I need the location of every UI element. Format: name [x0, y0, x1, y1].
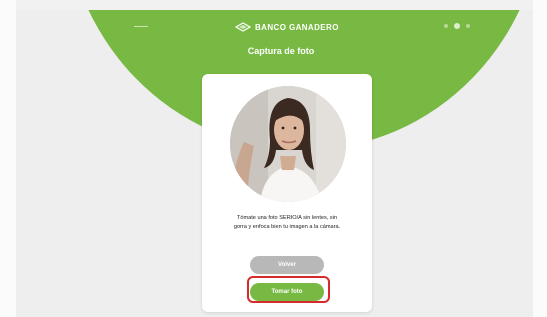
selfie-preview [230, 86, 346, 202]
instructions-line-1: Tómate una foto SERIO/A sin lentes, sin [236, 215, 338, 221]
photo-instructions: Tómate una foto SERIO/A sin lentes, sin … [216, 214, 358, 232]
header-actions [444, 23, 470, 29]
take-photo-highlight [247, 276, 330, 303]
leaf-logo-icon [235, 22, 251, 32]
left-frame [0, 0, 16, 317]
app-screen: BANCO GANADERO Captura de foto Tómate un… [16, 10, 533, 317]
menu-icon[interactable] [134, 26, 148, 27]
brand: BANCO GANADERO [235, 22, 339, 32]
instructions-line-2: gorra y enfoca bien tu imagen a la cámar… [233, 224, 341, 230]
selfie-image [230, 86, 346, 202]
user-icon[interactable] [454, 23, 460, 29]
right-frame [533, 0, 547, 317]
page-title: Captura de foto [247, 46, 315, 56]
help-icon[interactable] [444, 24, 448, 28]
back-button[interactable]: Volver [250, 256, 324, 274]
info-icon[interactable] [466, 24, 470, 28]
brand-name: BANCO GANADERO [255, 22, 339, 32]
